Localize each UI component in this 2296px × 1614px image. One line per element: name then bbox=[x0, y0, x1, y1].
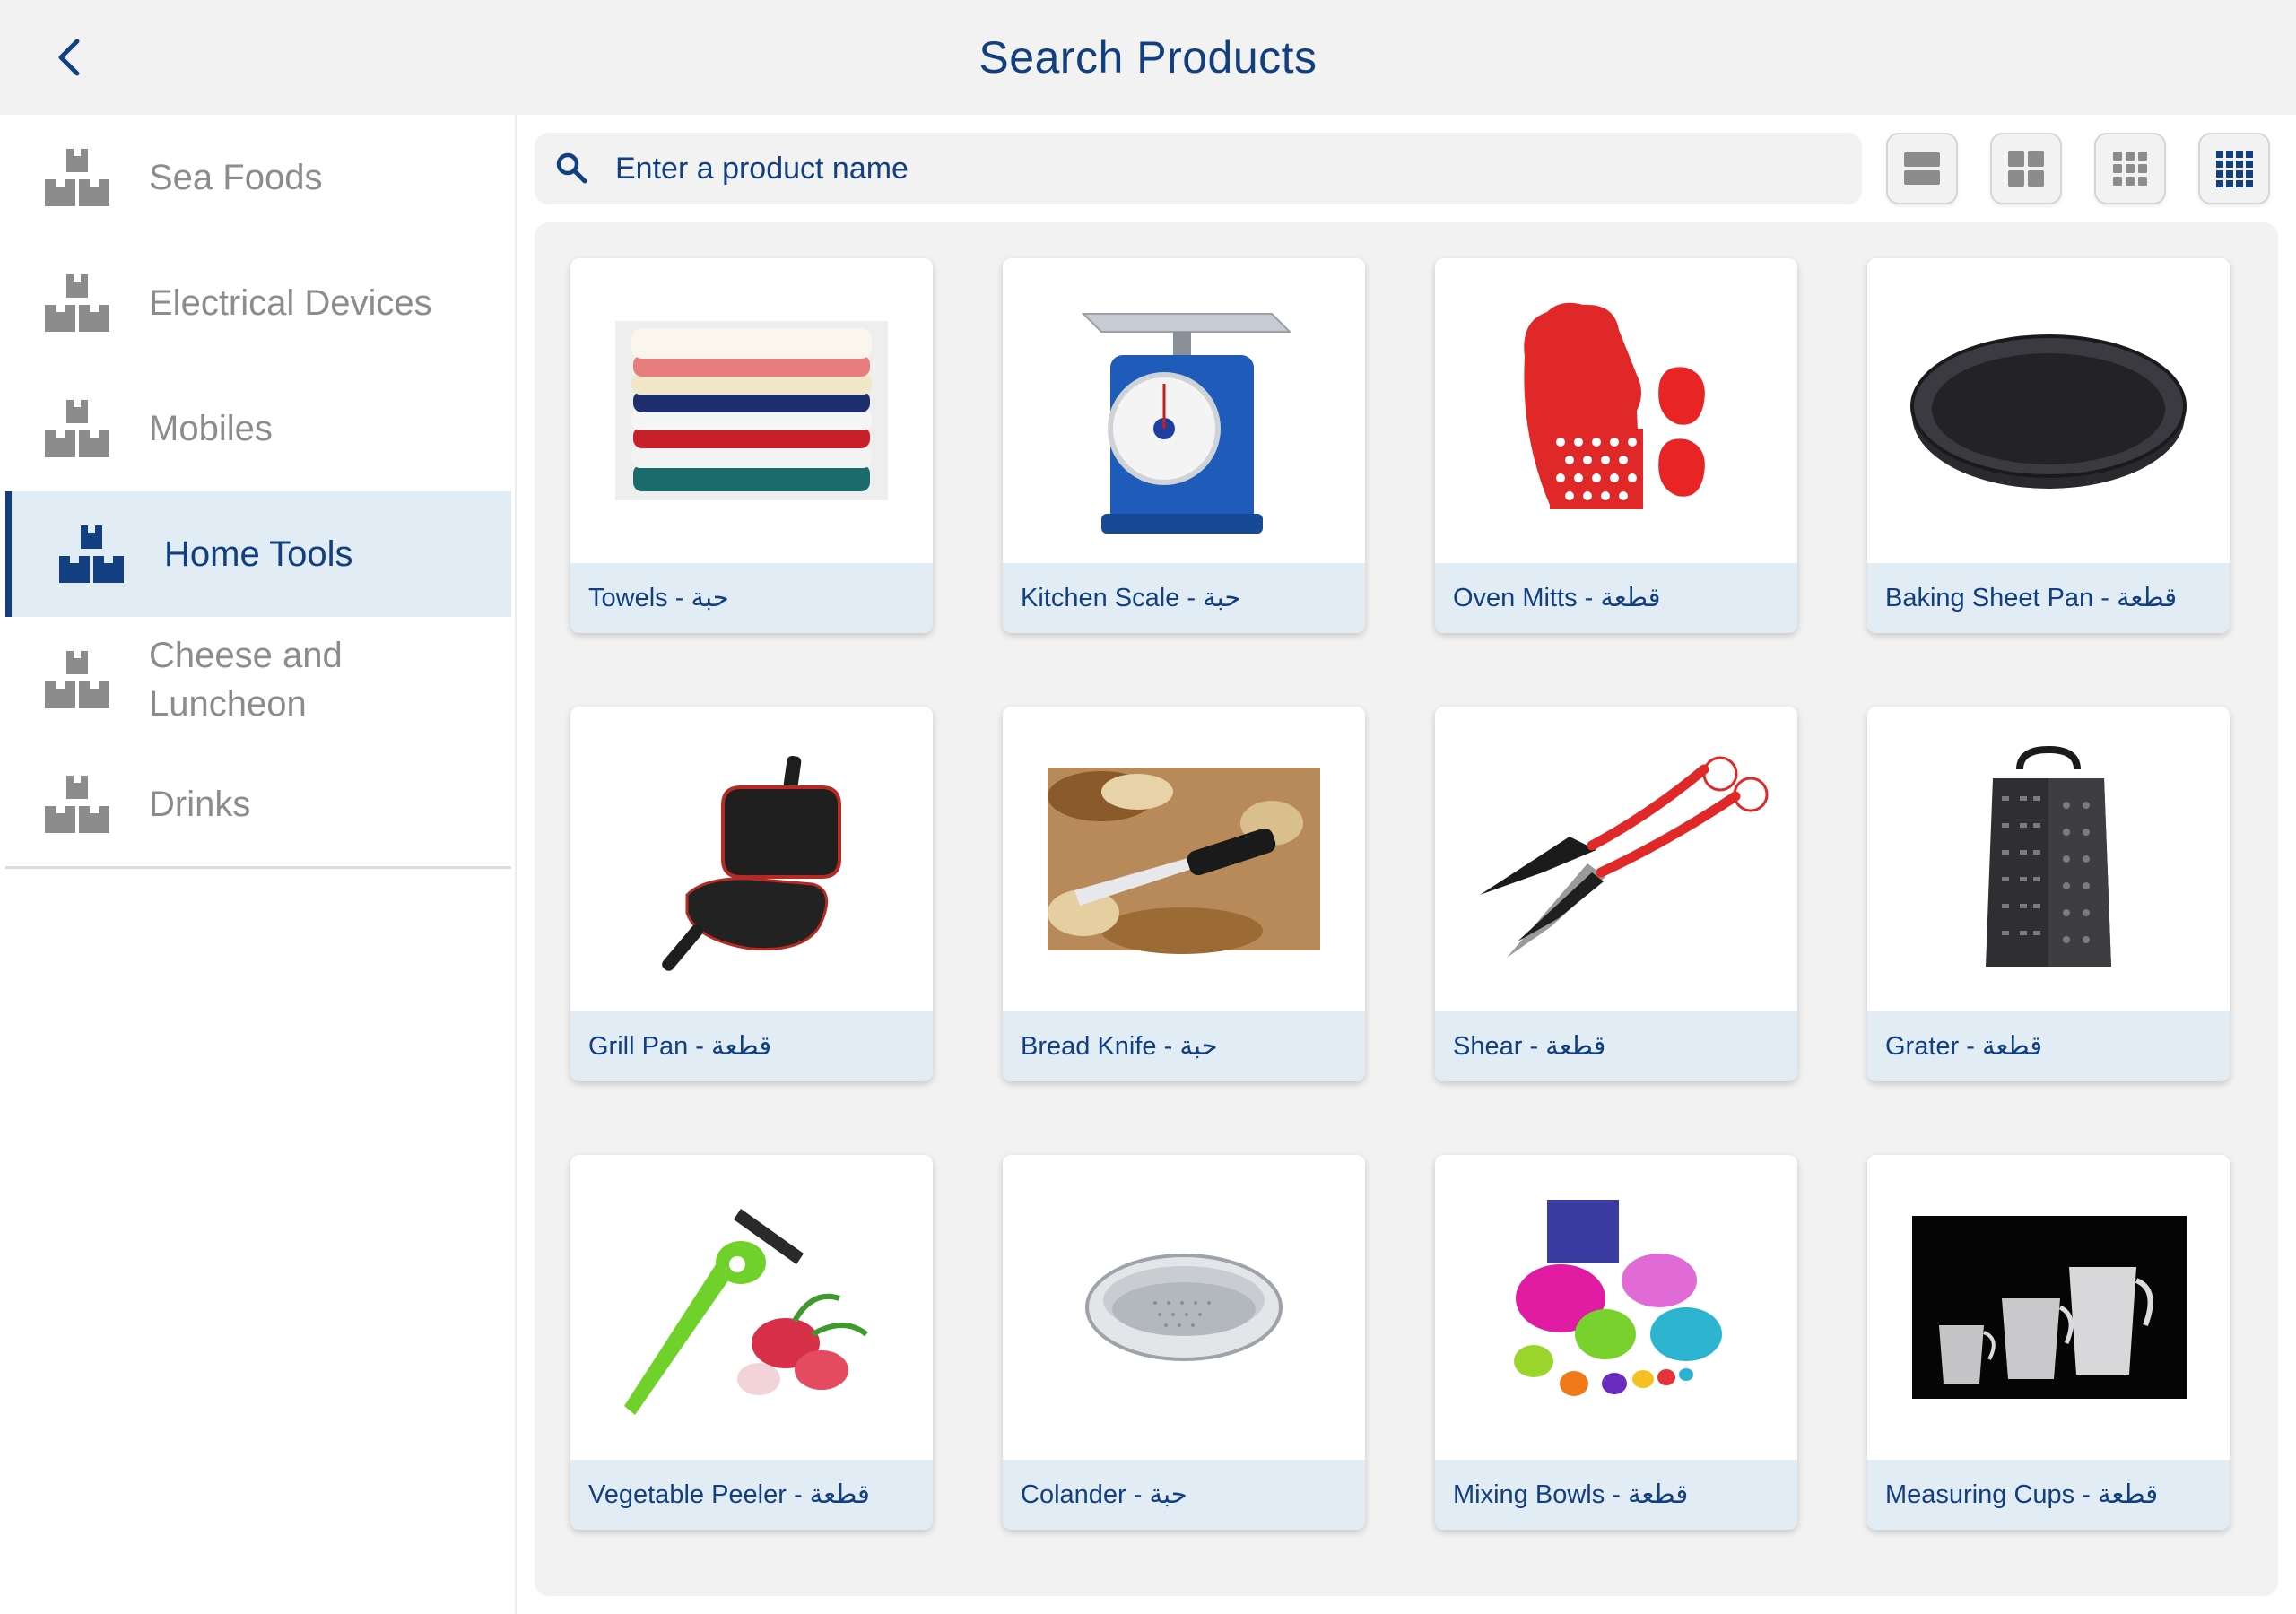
back-button[interactable] bbox=[43, 30, 97, 84]
boxes-icon bbox=[45, 776, 109, 833]
product-card-colander[interactable]: Colander - حبة bbox=[1003, 1155, 1365, 1530]
shear-image bbox=[1480, 756, 1769, 958]
product-image bbox=[1867, 1155, 2230, 1460]
category-label: Mobiles bbox=[149, 409, 273, 448]
mixing-bowls-image bbox=[1514, 1200, 1722, 1396]
product-image bbox=[570, 1155, 933, 1460]
chevron-left-icon bbox=[58, 39, 80, 76]
product-caption: Colander - حبة bbox=[1003, 1460, 1365, 1530]
product-caption: Mixing Bowls - قطعة bbox=[1435, 1460, 1797, 1530]
category-item-sea-foods[interactable]: Sea Foods bbox=[5, 115, 511, 240]
category-item-cheese-and-luncheon[interactable]: Cheese and Luncheon bbox=[5, 617, 511, 742]
layout-4-column-button[interactable] bbox=[2198, 133, 2270, 204]
category-sidebar: Sea Foods Electrical Devices Mobiles Hom… bbox=[0, 115, 517, 1614]
category-item-mobiles[interactable]: Mobiles bbox=[5, 366, 511, 491]
grater-image bbox=[1986, 745, 2111, 967]
product-image bbox=[1003, 1155, 1365, 1460]
search-bar bbox=[535, 133, 1862, 204]
boxes-icon bbox=[45, 149, 109, 206]
search-icon bbox=[556, 152, 587, 184]
layout-3-column-button[interactable] bbox=[2094, 133, 2166, 204]
peeler-image bbox=[624, 1209, 868, 1415]
product-caption: Oven Mitts - قطعة bbox=[1435, 563, 1797, 633]
oven-mitts-image bbox=[1524, 302, 1705, 509]
product-caption: Vegetable Peeler - قطعة bbox=[570, 1460, 933, 1530]
grid-2-icon bbox=[2008, 151, 2044, 187]
product-caption: Bread Knife - حبة bbox=[1003, 1011, 1365, 1081]
kitchen-scale-image bbox=[1081, 313, 1292, 534]
product-image bbox=[570, 258, 933, 563]
product-caption: Grater - قطعة bbox=[1867, 1011, 2230, 1081]
measuring-cups-image bbox=[1912, 1216, 2187, 1399]
product-image bbox=[1867, 258, 2230, 563]
app-header: Search Products bbox=[0, 0, 2296, 115]
boxes-icon bbox=[59, 525, 124, 583]
bread-knife-image bbox=[1048, 768, 1320, 954]
product-card-towels[interactable]: Towels - حبة bbox=[570, 258, 933, 633]
product-card-oven-mitts[interactable]: Oven Mitts - قطعة bbox=[1435, 258, 1797, 633]
product-grid: Towels - حبة Kitchen Scale - حبة Oven Mi… bbox=[535, 222, 2278, 1596]
product-image bbox=[570, 707, 933, 1011]
product-card-vegetable-peeler[interactable]: Vegetable Peeler - قطعة bbox=[570, 1155, 933, 1530]
product-image bbox=[1867, 707, 2230, 1011]
product-card-shear[interactable]: Shear - قطعة bbox=[1435, 707, 1797, 1081]
layout-1-column-button[interactable] bbox=[1886, 133, 1958, 204]
product-caption: Towels - حبة bbox=[570, 563, 933, 633]
colander-image bbox=[1085, 1254, 1283, 1361]
category-label: Home Tools bbox=[164, 534, 353, 574]
towels-image bbox=[615, 321, 888, 500]
baking-pan-image bbox=[1910, 334, 2187, 489]
category-label: Drinks bbox=[149, 785, 251, 824]
boxes-icon bbox=[45, 400, 109, 457]
product-card-kitchen-scale[interactable]: Kitchen Scale - حبة bbox=[1003, 258, 1365, 633]
grid-3-icon bbox=[2113, 152, 2147, 186]
layout-2-column-button[interactable] bbox=[1990, 133, 2062, 204]
product-caption: Shear - قطعة bbox=[1435, 1011, 1797, 1081]
grid-4-icon bbox=[2216, 151, 2253, 187]
product-card-grill-pan[interactable]: Grill Pan - قطعة bbox=[570, 707, 933, 1081]
grill-pan-image bbox=[662, 755, 841, 971]
category-item-electrical-devices[interactable]: Electrical Devices bbox=[5, 240, 511, 366]
category-label: Electrical Devices bbox=[149, 283, 432, 323]
product-image bbox=[1003, 707, 1365, 1011]
category-item-drinks[interactable]: Drinks bbox=[5, 742, 511, 866]
product-card-baking-sheet-pan[interactable]: Baking Sheet Pan - قطعة bbox=[1867, 258, 2230, 633]
product-image bbox=[1435, 258, 1797, 563]
boxes-icon bbox=[45, 651, 109, 708]
category-list: Sea Foods Electrical Devices Mobiles Hom… bbox=[5, 115, 511, 869]
product-card-measuring-cups[interactable]: Measuring Cups - قطعة bbox=[1867, 1155, 2230, 1530]
boxes-icon bbox=[45, 274, 109, 332]
product-card-mixing-bowls[interactable]: Mixing Bowls - قطعة bbox=[1435, 1155, 1797, 1530]
product-caption: Grill Pan - قطعة bbox=[570, 1011, 933, 1081]
category-item-home-tools[interactable]: Home Tools bbox=[5, 491, 511, 617]
product-image bbox=[1003, 258, 1365, 563]
product-caption: Measuring Cups - قطعة bbox=[1867, 1460, 2230, 1530]
page-title: Search Products bbox=[978, 32, 1318, 82]
product-card-grater[interactable]: Grater - قطعة bbox=[1867, 707, 2230, 1081]
product-caption: Baking Sheet Pan - قطعة bbox=[1867, 563, 2230, 633]
category-label: Cheese and Luncheon bbox=[149, 636, 343, 724]
product-card-bread-knife[interactable]: Bread Knife - حبة bbox=[1003, 707, 1365, 1081]
rows-icon bbox=[1904, 152, 1940, 185]
product-caption: Kitchen Scale - حبة bbox=[1003, 563, 1365, 633]
category-label: Sea Foods bbox=[149, 158, 323, 197]
product-image bbox=[1435, 707, 1797, 1011]
product-image bbox=[1435, 1155, 1797, 1460]
search-input[interactable] bbox=[615, 142, 1844, 195]
